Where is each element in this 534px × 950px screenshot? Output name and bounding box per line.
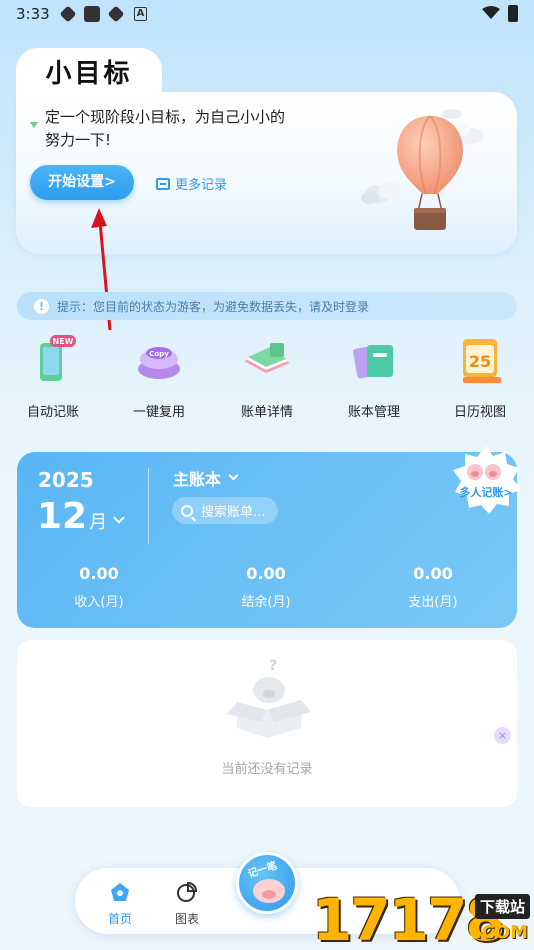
quick-action-label: 账本管理 xyxy=(347,405,400,420)
status-time: 3:33 xyxy=(16,5,50,23)
quick-actions: NEW 自动记账 Copy 一键复用 账单详情 账本管理 25 日历视图 xyxy=(0,333,534,420)
pig-icon xyxy=(253,879,285,903)
search-bills-input[interactable]: 搜索账单... xyxy=(172,497,278,524)
guest-notice-bar[interactable]: ! 提示：您目前的状态为游客，为避免数据丢失，请及时登录 xyxy=(17,292,517,320)
stat-value: 0.00 xyxy=(413,564,453,583)
svg-text:?: ? xyxy=(269,658,277,674)
app-notification-icon xyxy=(59,5,77,23)
start-setting-button[interactable]: 开始设置> xyxy=(30,165,134,200)
search-icon xyxy=(181,504,193,517)
quick-action-ledger-management[interactable]: 账本管理 xyxy=(329,333,419,420)
pie-chart-icon xyxy=(177,881,198,902)
add-record-button[interactable]: 记一笔 xyxy=(236,852,298,914)
nav-label: 图表 xyxy=(174,912,199,926)
quick-action-auto-record[interactable]: NEW 自动记账 xyxy=(8,333,98,420)
ledger-name: 主账本 xyxy=(173,470,222,489)
more-records-link[interactable]: 更多记录 xyxy=(156,174,227,193)
multi-person-bookkeeping-badge[interactable]: 多人记账> xyxy=(447,442,525,520)
month-unit: 月 xyxy=(89,512,108,533)
divider xyxy=(148,468,149,544)
stat-income: 0.00 收入(月) xyxy=(39,564,159,610)
wifi-icon xyxy=(482,6,500,19)
stat-value: 0.00 xyxy=(246,564,286,583)
chevron-down-icon xyxy=(228,470,239,480)
quick-action-label: 自动记账 xyxy=(26,405,79,420)
empty-state-text: 当前还没有记录 xyxy=(221,762,313,777)
app-notification-icon xyxy=(107,5,125,23)
quick-action-calendar-view[interactable]: 25 日历视图 xyxy=(435,333,525,420)
nav-charts[interactable]: 图表 xyxy=(162,881,212,927)
year-label: 2025 xyxy=(38,468,94,492)
phone-new-icon: NEW xyxy=(40,335,76,381)
battery-icon xyxy=(508,5,518,22)
stat-value: 0.00 xyxy=(79,564,119,583)
svg-text:NEW: NEW xyxy=(53,337,74,346)
watermark-site-name: 下载站 xyxy=(474,894,530,919)
calendar-icon: 25 xyxy=(463,339,501,383)
add-record-label: 记一笔 xyxy=(246,860,279,881)
a-notification-icon: A xyxy=(134,7,147,21)
watermark-domain: .COM xyxy=(474,922,528,943)
svg-text:Copy: Copy xyxy=(149,350,169,358)
search-placeholder: 搜索账单... xyxy=(201,505,266,520)
pig-snout xyxy=(262,890,276,899)
nav-label: 首页 xyxy=(107,912,132,926)
stat-label: 支出(月) xyxy=(408,595,458,610)
quick-action-label: 账单详情 xyxy=(240,405,293,420)
hot-air-balloon-icon xyxy=(361,109,484,230)
quick-action-label: 一键复用 xyxy=(132,405,185,420)
quick-action-bill-details[interactable]: 账单详情 xyxy=(222,333,312,420)
record-list-icon xyxy=(156,177,170,190)
open-ledger-icon xyxy=(244,343,290,373)
stat-label: 收入(月) xyxy=(74,595,124,610)
close-icon[interactable]: × xyxy=(494,727,511,744)
quick-action-one-click-reuse[interactable]: Copy 一键复用 xyxy=(114,333,204,420)
month-selector[interactable]: 12 月 xyxy=(37,496,125,537)
home-icon xyxy=(111,883,129,901)
records-list-empty: ? 当前还没有记录 xyxy=(17,640,517,807)
stat-label: 结余(月) xyxy=(241,595,291,610)
copy-button-icon: Copy xyxy=(138,347,180,379)
empty-box-pig-icon: ? xyxy=(227,658,311,738)
nav-home[interactable]: 首页 xyxy=(95,881,145,927)
stat-expense: 0.00 支出(月) xyxy=(373,564,493,610)
ledger-selector[interactable]: 主账本 xyxy=(173,466,239,490)
bullet-icon xyxy=(30,122,38,128)
site-watermark: 17178 下载站 .COM xyxy=(312,890,534,950)
month-number: 12 xyxy=(37,496,88,537)
goal-tab-title: 小目标 xyxy=(16,48,162,98)
alert-icon: ! xyxy=(34,298,49,314)
stat-balance: 0.00 结余(月) xyxy=(206,564,326,610)
quick-action-label: 日历视图 xyxy=(453,405,506,420)
chevron-down-icon xyxy=(113,512,125,524)
app-notification-icon xyxy=(84,6,100,22)
multi-badge-label: 多人记账> xyxy=(459,485,512,499)
more-records-label: 更多记录 xyxy=(175,178,228,193)
svg-text:25: 25 xyxy=(469,352,491,371)
notebooks-icon xyxy=(353,345,393,379)
account-summary-card: 2025 12 月 主账本 搜索账单... 多人记账> 0.00 收入(月) 0… xyxy=(17,446,521,628)
goal-description: 定一个现阶段小目标，为自己小小的努力一下! xyxy=(45,108,286,149)
notice-text: 提示：您目前的状态为游客，为避免数据丢失，请及时登录 xyxy=(57,299,370,314)
status-bar: 3:33 A xyxy=(0,0,534,28)
